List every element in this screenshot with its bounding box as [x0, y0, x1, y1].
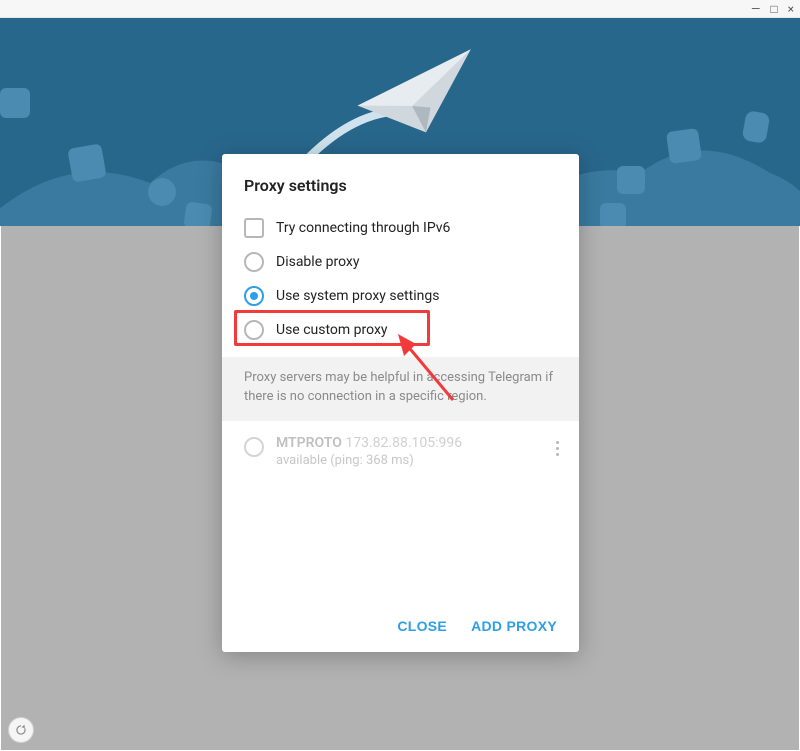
close-button[interactable]: CLOSE — [397, 618, 447, 634]
proxy-item-menu-button[interactable] — [545, 441, 569, 456]
proxy-list: MTPROTO 173.82.88.105:996 available (pin… — [222, 421, 579, 474]
dialog-spacer — [222, 474, 579, 604]
close-window-button[interactable]: × — [788, 3, 794, 15]
option-disable-proxy[interactable]: Disable proxy — [244, 245, 557, 279]
dialog-actions: CLOSE ADD PROXY — [222, 604, 579, 652]
option-label: Try connecting through IPv6 — [276, 220, 450, 236]
option-label: Use custom proxy — [276, 322, 388, 338]
dialog-title: Proxy settings — [222, 154, 579, 211]
proxy-settings-dialog: Proxy settings Try connecting through IP… — [222, 154, 579, 652]
option-system-proxy[interactable]: Use system proxy settings — [244, 279, 557, 313]
option-label: Disable proxy — [276, 254, 359, 270]
radio-icon — [244, 437, 264, 457]
add-proxy-button[interactable]: ADD PROXY — [471, 618, 557, 634]
option-label: Use system proxy settings — [276, 288, 439, 304]
window-titlebar: — □ × — [0, 0, 800, 18]
option-custom-proxy[interactable]: Use custom proxy — [244, 313, 557, 347]
maximize-button[interactable]: □ — [770, 3, 777, 15]
info-text: Proxy servers may be helpful in accessin… — [222, 357, 579, 421]
proxy-options-group: Try connecting through IPv6 Disable prox… — [222, 211, 579, 357]
proxy-item-text: MTPROTO 173.82.88.105:996 available (pin… — [276, 435, 533, 468]
radio-icon — [244, 320, 264, 340]
radio-icon — [244, 286, 264, 306]
option-ipv6[interactable]: Try connecting through IPv6 — [244, 211, 557, 245]
proxy-protocol: MTPROTO — [276, 435, 342, 451]
minimize-button[interactable]: — — [751, 3, 760, 15]
checkbox-icon — [244, 218, 264, 238]
radio-icon — [244, 252, 264, 272]
proxy-status: available (ping: 368 ms) — [276, 453, 533, 468]
proxy-address: 173.82.88.105:996 — [345, 435, 462, 451]
reload-button[interactable] — [8, 717, 34, 743]
proxy-item[interactable]: MTPROTO 173.82.88.105:996 available (pin… — [244, 435, 569, 468]
reload-icon — [14, 723, 28, 737]
